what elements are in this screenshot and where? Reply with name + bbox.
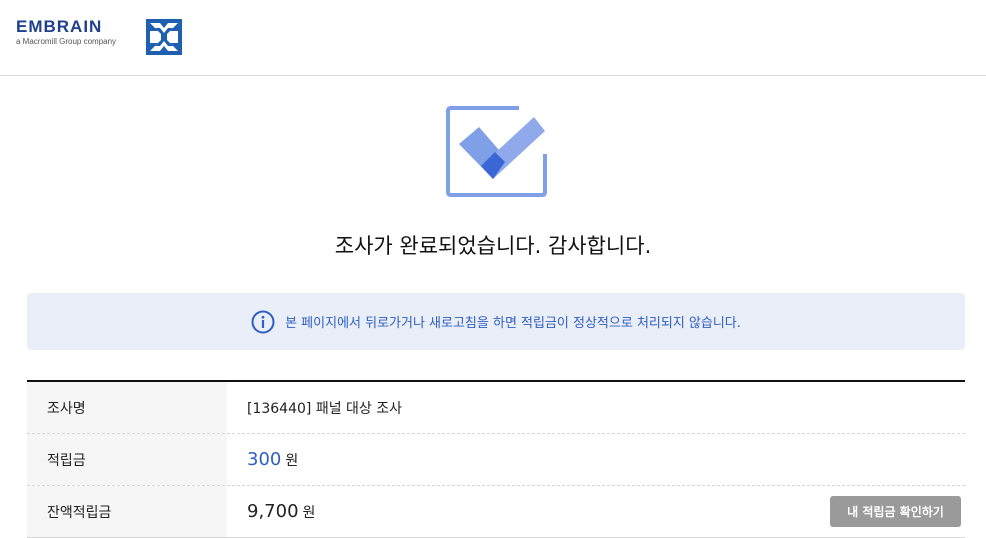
- balance-unit: 원: [302, 504, 316, 521]
- site-header: EMBRAIN a Macromill Group company: [0, 0, 986, 76]
- check-my-points-button[interactable]: 내 적립금 확인하기: [830, 496, 961, 527]
- table-row: 적립금 300 원: [27, 434, 965, 486]
- brand-tagline: a Macromill Group company: [16, 37, 117, 46]
- notice-text: 본 페이지에서 뒤로가거나 새로고침을 하면 적립금이 정상적으로 처리되지 않…: [285, 316, 741, 331]
- info-icon: [251, 310, 275, 333]
- embrain-mark-icon: [146, 19, 182, 55]
- points-unit: 원: [285, 452, 299, 469]
- brand-logo[interactable]: EMBRAIN a Macromill Group company: [16, 18, 116, 47]
- points-label: 적립금: [27, 434, 227, 485]
- balance-value-cell: 9,700 원 내 적립금 확인하기: [227, 486, 965, 537]
- survey-name-label: 조사명: [27, 382, 227, 433]
- survey-details-table: 조사명 [136440] 패널 대상 조사 적립금 300 원 잔액적립금 9,…: [27, 380, 965, 538]
- table-row: 조사명 [136440] 패널 대상 조사: [27, 382, 965, 434]
- table-row: 잔액적립금 9,700 원 내 적립금 확인하기: [27, 486, 965, 538]
- survey-name-value: [136440] 패널 대상 조사: [247, 400, 402, 417]
- warning-notice: 본 페이지에서 뒤로가거나 새로고침을 하면 적립금이 정상적으로 처리되지 않…: [27, 293, 965, 350]
- points-amount: 300: [247, 449, 282, 470]
- completed-check-icon: [446, 106, 547, 197]
- balance-amount: 9,700: [247, 501, 299, 522]
- brand-name: EMBRAIN: [16, 17, 103, 36]
- points-value-cell: 300 원: [227, 434, 965, 485]
- completion-message: 조사가 완료되었습니다. 감사합니다.: [334, 234, 652, 258]
- balance-label: 잔액적립금: [27, 486, 227, 537]
